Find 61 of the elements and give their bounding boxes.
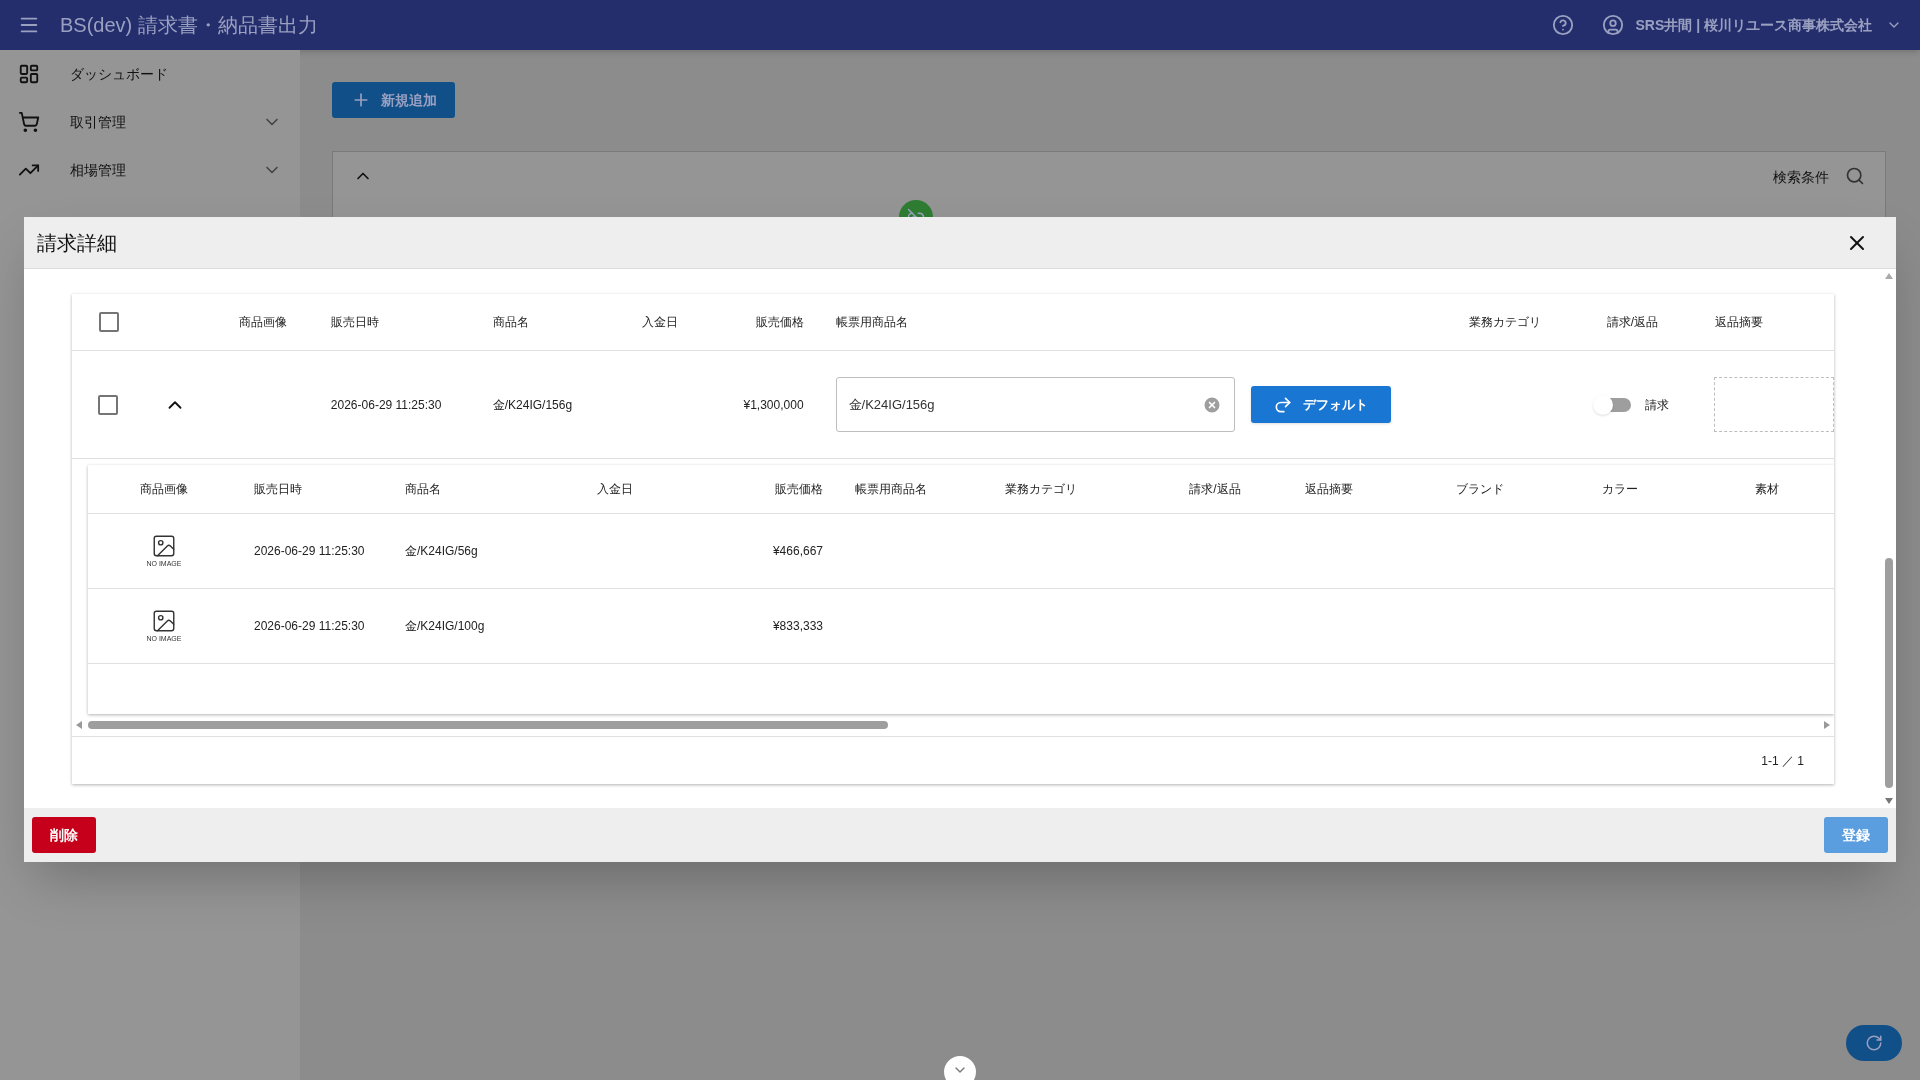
app-title: BS(dev) 請求書・納品書出力	[60, 13, 318, 38]
column-header: 商品名	[493, 314, 529, 331]
checkbox[interactable]	[98, 312, 119, 332]
pagination-info: 1-1 ／ 1	[1761, 752, 1804, 770]
refresh-button[interactable]	[1846, 1025, 1902, 1061]
column-header: 返品摘要	[1715, 314, 1763, 331]
column-header: 入金日	[642, 314, 678, 331]
column-header: 販売価格	[756, 314, 804, 331]
sale-datetime: 2026-06-29 11:25:30	[254, 618, 365, 635]
sale-datetime: 2026-06-29 11:25:30	[330, 396, 442, 414]
account-icon[interactable]	[1601, 14, 1624, 36]
product-name: 金/K24IG/156g	[492, 396, 573, 414]
scroll-right-icon[interactable]	[1824, 721, 1830, 729]
column-header: 返品摘要	[1305, 481, 1353, 498]
column-header: 帳票用商品名	[855, 481, 927, 498]
sidebar-icon	[18, 63, 40, 85]
product-name: 金/K24IG/100g	[405, 618, 485, 635]
column-header: 販売価格	[775, 481, 823, 498]
column-header: 販売日時	[331, 314, 379, 331]
invoice-name-field[interactable]: 金/K24IG/156g	[835, 377, 1235, 432]
column-header: 入金日	[597, 481, 633, 498]
dialog-title: 請求詳細	[37, 230, 117, 256]
price: ¥466,667	[772, 543, 823, 560]
column-header: 帳票用商品名	[836, 314, 908, 331]
add-button[interactable]: 新規追加	[332, 82, 455, 118]
clear-icon[interactable]	[1201, 394, 1222, 415]
price: ¥1,300,000	[743, 396, 804, 414]
default-button[interactable]: デフォルト	[1250, 386, 1391, 423]
column-header: カラー	[1602, 481, 1638, 498]
search-icon[interactable]	[1845, 166, 1865, 186]
price: ¥833,333	[772, 618, 823, 635]
column-header: 業務カテゴリ	[1005, 481, 1077, 498]
vertical-scrollbar[interactable]	[1885, 558, 1893, 788]
column-header: 商品画像	[238, 314, 287, 331]
column-header: 素材	[1755, 481, 1779, 498]
toggle-switch[interactable]	[1594, 397, 1631, 412]
search-condition-label: 検索条件	[1773, 168, 1829, 187]
user-name[interactable]: SRS井間 | 桜川リユース商事株式会社	[1635, 14, 1872, 36]
sidebar-item[interactable]: ダッシュボード	[0, 50, 300, 98]
product-name: 金/K24IG/56g	[405, 543, 478, 560]
column-header: 請求/返品	[1189, 481, 1241, 498]
delete-button[interactable]: 削除	[32, 817, 96, 853]
scroll-left-icon[interactable]	[76, 721, 82, 729]
column-header: 業務カテゴリ	[1469, 314, 1541, 331]
return-note-field[interactable]	[1714, 377, 1834, 432]
sidebar-icon	[18, 111, 40, 133]
column-header: ブランド	[1456, 481, 1504, 498]
refresh-icon	[1865, 1034, 1883, 1052]
toggle-label: 請求	[1644, 396, 1669, 414]
redo-icon	[1273, 394, 1294, 415]
horizontal-scrollbar[interactable]	[88, 721, 888, 729]
column-header: 商品名	[405, 481, 441, 498]
column-header: 請求/返品	[1606, 314, 1659, 331]
column-header: 商品画像	[140, 481, 188, 498]
sale-datetime: 2026-06-29 11:25:30	[254, 543, 365, 560]
scroll-down-button[interactable]	[944, 1056, 976, 1080]
sidebar-item[interactable]: 取引管理	[0, 98, 300, 146]
column-header: 販売日時	[254, 481, 302, 498]
checkbox[interactable]	[98, 394, 119, 415]
sidebar-item[interactable]: 相場管理	[0, 146, 300, 194]
help-icon[interactable]	[1551, 14, 1574, 36]
